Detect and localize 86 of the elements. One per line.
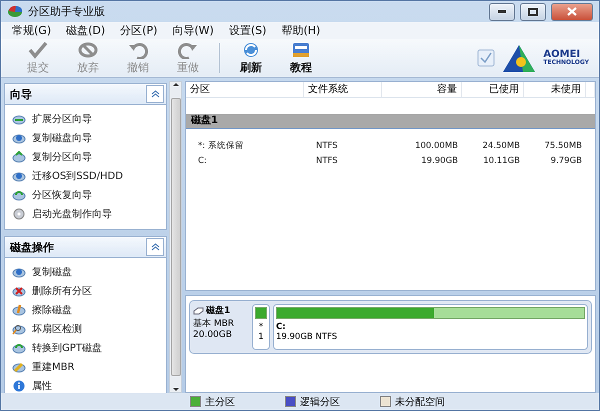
partition-block[interactable]: C: 19.90GB NTFS <box>273 304 588 350</box>
sidebar-item[interactable]: 坏扇区检测 <box>5 319 166 338</box>
menu-item[interactable]: 设置(S) <box>222 22 276 39</box>
disk-download-icon <box>12 132 26 144</box>
scroll-up-arrow-icon[interactable] <box>172 82 178 86</box>
info-icon <box>12 380 26 392</box>
toolbar-button[interactable]: 刷新 <box>226 41 276 75</box>
redo-icon <box>177 41 199 59</box>
undo-icon <box>127 41 149 59</box>
column-header[interactable]: 文件系统 <box>304 82 382 97</box>
sidebar-item[interactable]: 删除所有分区 <box>5 281 166 300</box>
sidebar-item[interactable]: 扩展分区向导 <box>5 109 166 128</box>
table-cell-text: NTFS <box>315 140 339 153</box>
disk-delete-icon <box>12 284 26 296</box>
partition-info: 1 <box>257 332 265 342</box>
table-cell-text: 24.50MB <box>482 140 521 153</box>
table-cell-text: *: 系统保留 <box>197 140 245 153</box>
discard-icon <box>77 41 99 59</box>
menu-item[interactable]: 向导(W) <box>166 22 223 39</box>
minimize-icon <box>498 10 506 13</box>
sidebar-item[interactable]: 迁移OS到SSD/HDD <box>5 166 166 185</box>
column-header[interactable]: 未使用 <box>524 82 586 97</box>
menu-item[interactable]: 常规(G) <box>6 22 60 39</box>
logo-text: AOMEI <box>543 50 580 60</box>
sidebar-item[interactable]: 属性 <box>5 376 166 395</box>
disk-download-icon <box>12 170 26 182</box>
sidebar-item[interactable]: 分区恢复向导 <box>5 185 166 204</box>
panel-title: 向导 <box>10 86 32 102</box>
disk-magnifier-icon <box>12 322 26 334</box>
table-cell-text: 10.11GB <box>482 155 521 168</box>
check-icon <box>27 41 49 59</box>
disk-download-icon <box>12 266 26 278</box>
sidebar-item[interactable]: 复制分区向导 <box>5 147 166 166</box>
disk-pencil-icon <box>12 360 26 372</box>
menu-item[interactable]: 分区(P) <box>114 22 166 39</box>
sidebar-item[interactable]: 启动光盘制作向导 <box>5 204 166 223</box>
legend-label: 主分区 <box>205 396 235 408</box>
logo-mark-icon <box>501 43 538 73</box>
maximize-button[interactable] <box>520 2 546 20</box>
scrollbar[interactable] <box>169 81 182 393</box>
disc-icon <box>12 208 26 220</box>
legend-label: 逻辑分区 <box>300 396 340 408</box>
close-button[interactable] <box>551 2 593 20</box>
scroll-down-arrow-icon[interactable] <box>172 388 178 392</box>
disk-size: 20.00GB <box>193 330 233 340</box>
disk-brush-icon <box>12 304 26 316</box>
column-header[interactable]: 分区 <box>186 82 304 97</box>
sidebar-item[interactable]: 擦除磁盘 <box>5 300 166 319</box>
collapse-chevron-icon <box>150 90 160 98</box>
close-icon <box>567 7 577 16</box>
table-row[interactable]: *: 系统保留 NTFS 100.00MB 24.50MB 75.50MB <box>186 139 595 154</box>
menu-item[interactable]: 帮助(H) <box>275 22 330 39</box>
collapse-button[interactable] <box>146 85 164 103</box>
disk-card[interactable]: 磁盘1 基本 MBR 20.00GB * 1 C: 19.90GB NTFS <box>189 300 592 354</box>
column-header[interactable]: 容量 <box>382 82 462 97</box>
maximize-icon <box>528 8 538 16</box>
table-row[interactable]: C: NTFS 19.90GB 10.11GB 9.79GB <box>186 154 595 169</box>
table-cell-text: 9.79GB <box>550 155 583 168</box>
window-title: 分区助手专业版 <box>28 4 106 19</box>
table-cell-text: NTFS <box>315 155 339 168</box>
sidebar-item[interactable]: 转换到GPT磁盘 <box>5 338 166 357</box>
app-logo-icon <box>7 5 23 18</box>
minimize-button[interactable] <box>489 2 515 20</box>
menu-item[interactable]: 磁盘(D) <box>60 22 114 39</box>
toolbar-button[interactable]: 教程 <box>276 41 326 75</box>
sidebar-item[interactable]: 复制磁盘向导 <box>5 128 166 147</box>
checkbox-icon <box>477 49 496 67</box>
table-cell-text: 100.00MB <box>414 140 459 153</box>
sidebar-item[interactable]: 重建MBR <box>5 357 166 376</box>
book-icon <box>290 41 312 59</box>
column-header[interactable]: 已使用 <box>462 82 524 97</box>
table-cell-text: 19.90GB <box>420 155 459 168</box>
table-cell-text: C: <box>197 155 208 168</box>
legend-label: 未分配空间 <box>395 396 445 408</box>
partition-block[interactable]: * 1 <box>252 304 270 350</box>
collapse-button[interactable] <box>146 238 164 256</box>
partition-label: * <box>258 322 264 332</box>
disk-name: 磁盘1 <box>206 304 230 317</box>
disk-group-header: 磁盘1 <box>186 114 595 129</box>
partition-info: 19.90GB NTFS <box>276 332 338 342</box>
partition-label: C: <box>276 322 287 332</box>
panel-title: 磁盘操作 <box>10 240 54 254</box>
sidebar-item[interactable]: 复制磁盘 <box>5 262 166 281</box>
disk-type: 基本 MBR <box>193 318 236 330</box>
collapse-chevron-icon <box>150 243 160 251</box>
table-cell-text: 75.50MB <box>544 140 583 153</box>
